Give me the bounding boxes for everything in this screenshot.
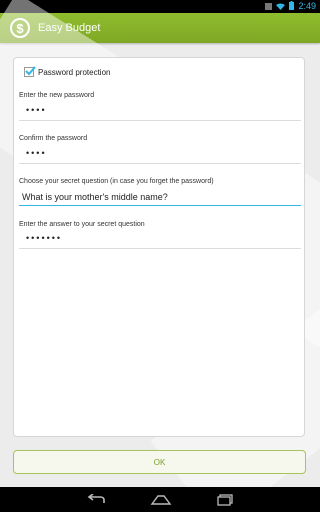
new-password-field[interactable]: •••• [26, 105, 47, 115]
confirm-password-underline [19, 163, 301, 164]
secret-answer-label: Enter the answer to your secret question [19, 221, 145, 228]
ok-button[interactable]: OK [13, 450, 306, 474]
secret-answer-underline [19, 248, 301, 249]
app-screen: 2:49 $ Easy Budget Password protection E… [0, 0, 320, 512]
secret-answer-field[interactable]: ••••••• [26, 233, 62, 243]
secret-question-underline [19, 205, 301, 206]
status-time: 2:49 [298, 1, 316, 11]
new-password-underline [19, 120, 301, 121]
status-bar: 2:49 [0, 0, 320, 13]
secret-question-label: Choose your secret question (in case you… [19, 178, 214, 185]
password-settings-card: Password protection Enter the new passwo… [13, 57, 305, 437]
password-protection-checkbox[interactable] [24, 66, 36, 77]
home-icon[interactable] [150, 494, 172, 506]
recent-apps-icon[interactable] [216, 493, 234, 506]
confirm-password-field[interactable]: •••• [26, 148, 47, 158]
password-protection-label: Password protection [38, 67, 111, 77]
navigation-bar [0, 487, 320, 512]
new-password-label: Enter the new password [19, 92, 95, 99]
secret-question-input[interactable] [19, 189, 301, 205]
back-icon[interactable] [86, 493, 106, 506]
confirm-password-label: Confirm the password [19, 135, 88, 142]
wifi-icon [276, 2, 286, 12]
battery-icon [289, 1, 295, 12]
notification-icon [265, 2, 273, 12]
checkmark-icon [25, 66, 36, 76]
password-protection-toggle[interactable]: Password protection [24, 66, 111, 77]
